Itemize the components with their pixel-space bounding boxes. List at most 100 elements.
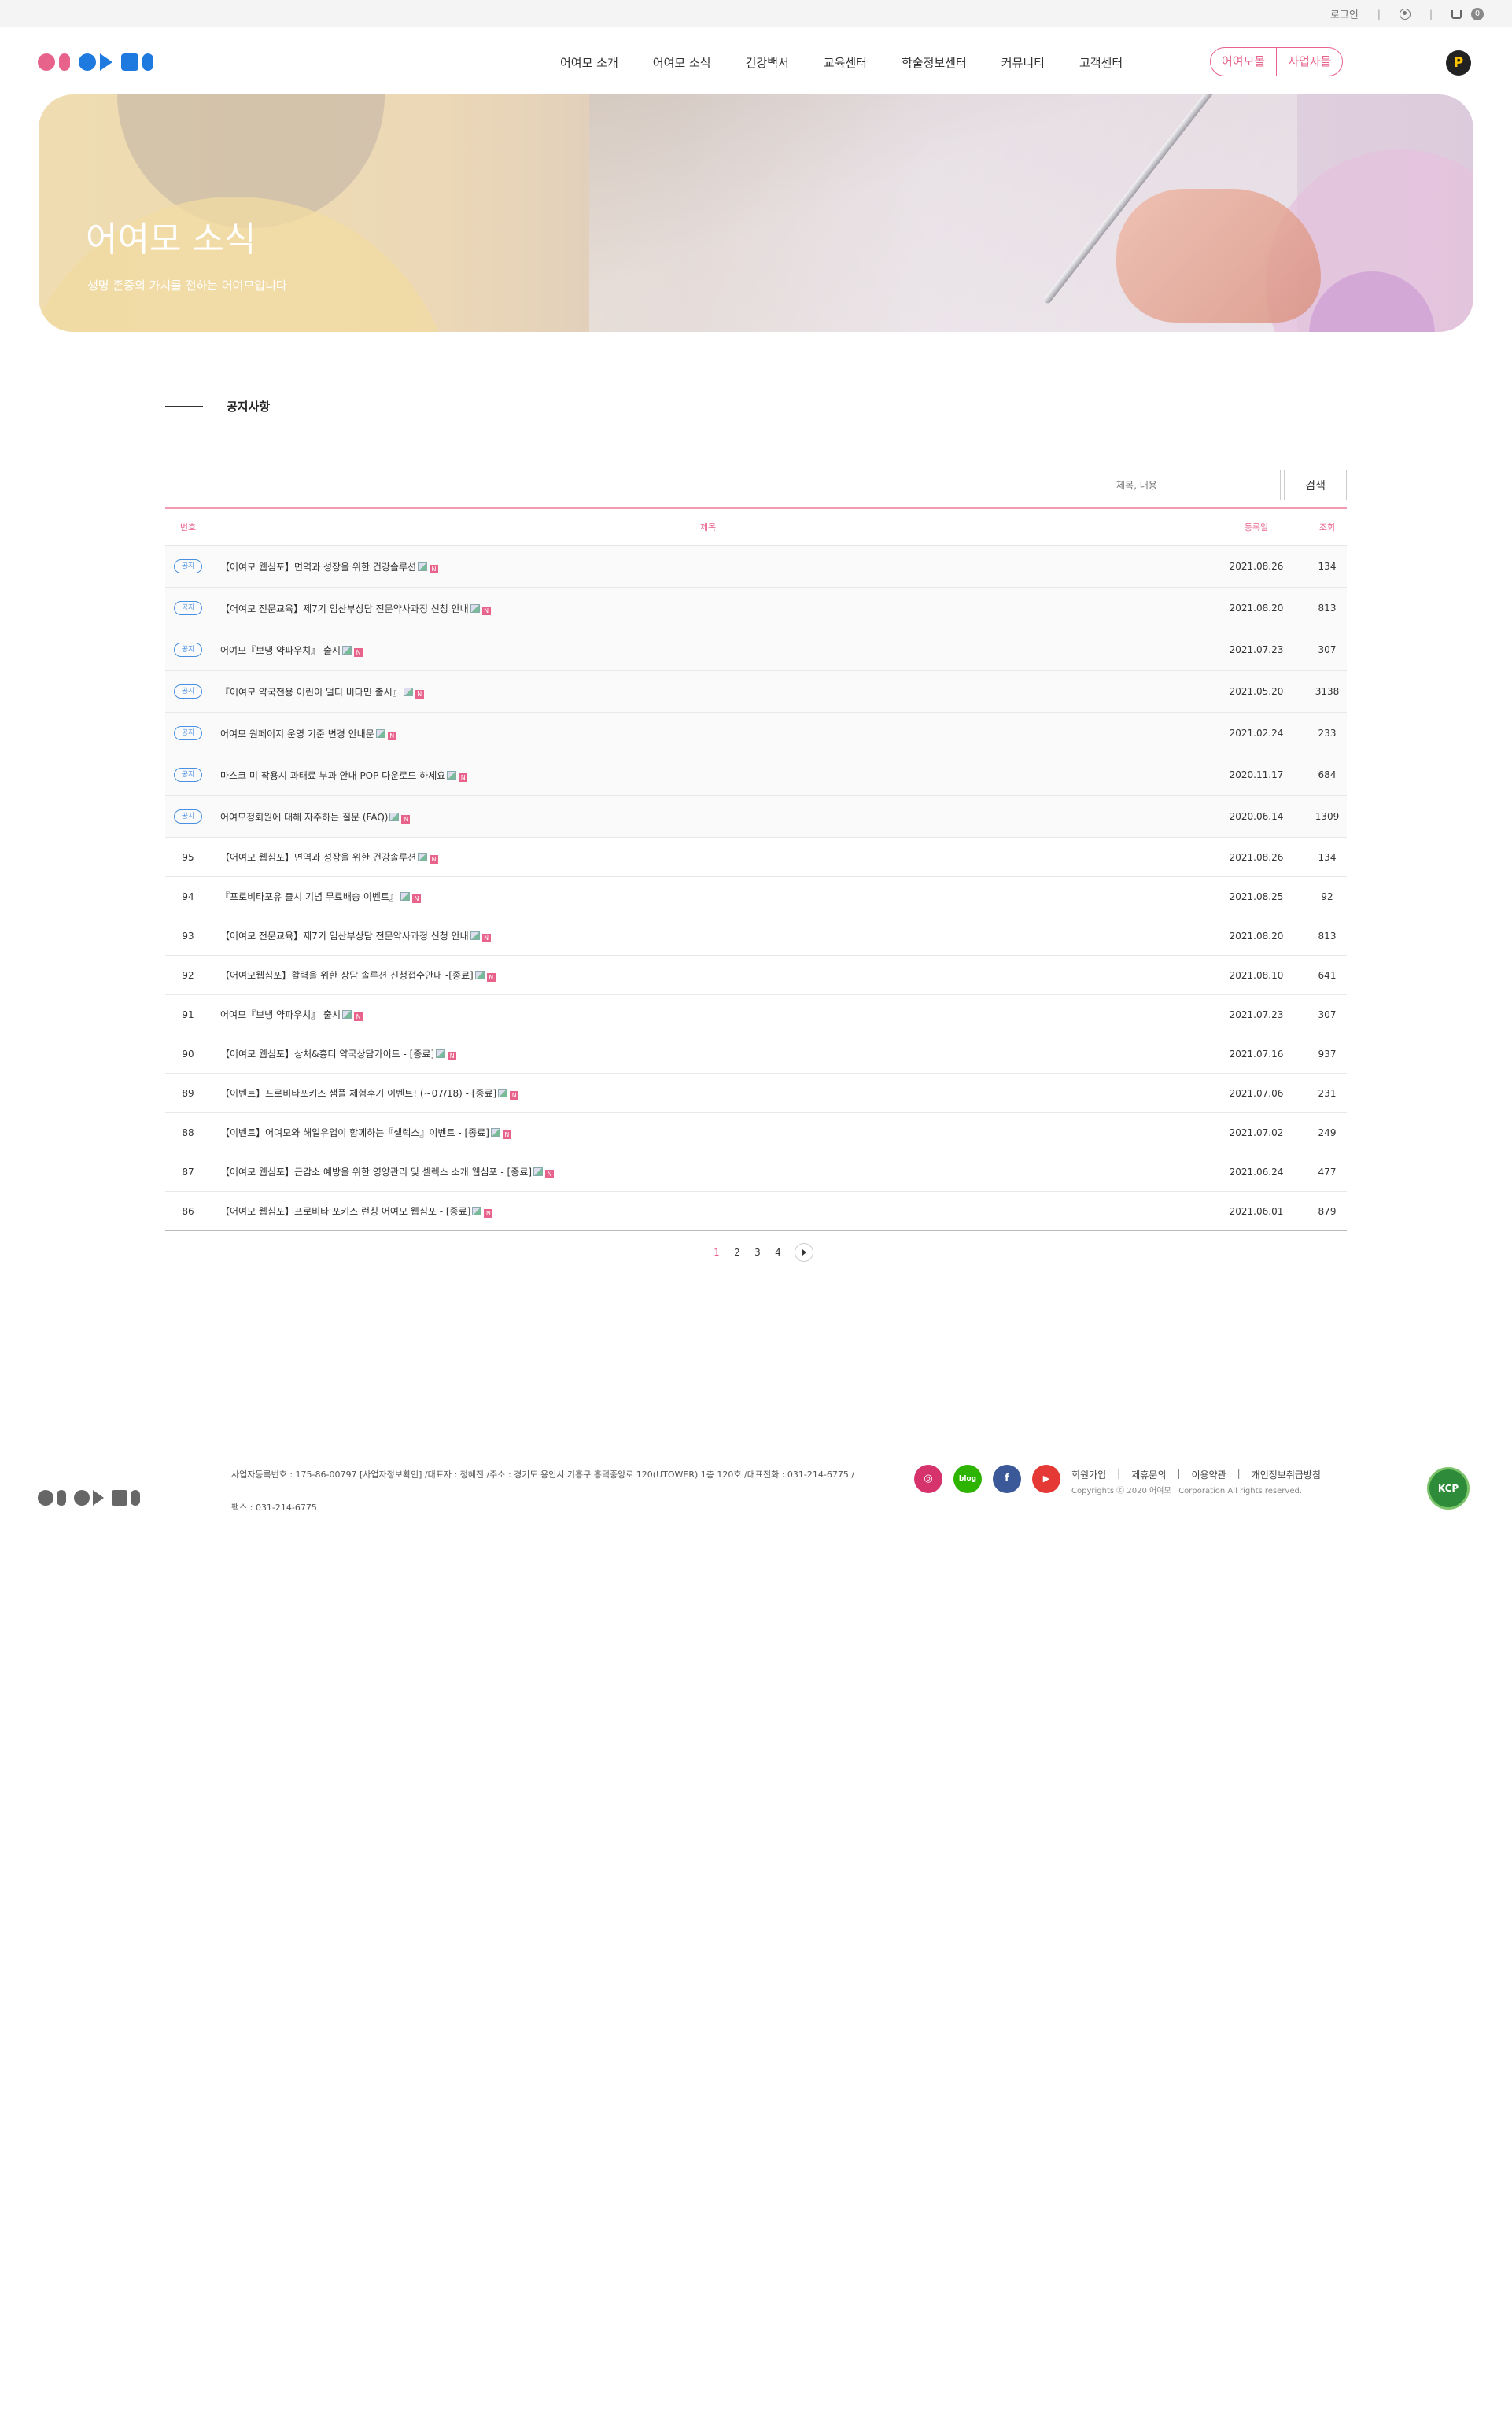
row-title-link[interactable]: 【이벤트】프로비타포키즈 샘플 체험후기 이벤트! (~07/18) - [종료… xyxy=(220,1088,496,1099)
nav-item-community[interactable]: 커뮤니티 xyxy=(984,53,1062,72)
company-info-text: 사업자등록번호 : 175-86-00797 [사업자정보확인] /대표자 : … xyxy=(231,1469,855,1480)
row-title-link[interactable]: 【어여모 웹심포】프로비타 포키즈 런칭 어여모 웹심포 - [종료] xyxy=(220,1206,470,1217)
row-title-link[interactable]: 【이벤트】어여모와 해일유업이 함께하는『셀렉스』이벤트 - [종료] xyxy=(220,1127,489,1138)
row-date: 2021.07.16 xyxy=(1205,1034,1307,1074)
row-hits: 249 xyxy=(1307,1112,1347,1152)
table-row[interactable]: 91 어여모『보냉 약파우치』 출시 N 2021.07.23 307 xyxy=(165,994,1347,1034)
next-page-icon[interactable] xyxy=(795,1243,813,1262)
row-date: 2021.08.20 xyxy=(1205,587,1307,629)
facebook-icon[interactable]: f xyxy=(993,1465,1021,1493)
row-hits: 813 xyxy=(1307,916,1347,956)
row-title-cell: 『어여모 약국전용 어린이 멀티 비타민 출시』 N xyxy=(211,670,1205,713)
row-title-link[interactable]: 어여모 원페이지 운영 기준 변경 안내문 xyxy=(220,728,374,739)
nav-item-health[interactable]: 건강백서 xyxy=(728,53,806,72)
row-title-link[interactable]: 어여모정회원에 대해 자주하는 질문 (FAQ) xyxy=(220,812,388,823)
notice-board: 번호 제목 등록일 조회 공지 【어여모 웹심포】면역과 성장을 위한 건강솔루션… xyxy=(165,507,1347,1231)
row-date: 2021.08.25 xyxy=(1205,876,1307,916)
new-icon: N xyxy=(354,647,363,657)
page-link[interactable]: 1 xyxy=(706,1247,727,1258)
row-title-link[interactable]: 【어여모 웹심포】면역과 성장을 위한 건강솔루션 xyxy=(220,562,416,573)
footer-link-privacy[interactable]: 개인정보취급방침 xyxy=(1252,1468,1321,1481)
table-row[interactable]: 95 【어여모 웹심포】면역과 성장을 위한 건강솔루션 N 2021.08.26 13… xyxy=(165,837,1347,877)
notice-badge: 공지 xyxy=(174,601,202,615)
footer-logo[interactable] xyxy=(38,1490,140,1506)
row-title-link[interactable]: 【어여모웹심포】활력을 위한 상담 솔루션 신청접수안내 -[종료] xyxy=(220,970,474,981)
row-title-link[interactable]: 【어여모 웹심포】상처&흉터 약국상담가이드 - [종료] xyxy=(220,1049,434,1060)
search-input[interactable] xyxy=(1108,470,1281,500)
image-attached-icon xyxy=(470,603,480,613)
row-title-cell: 어여모『보냉 약파우치』 출시 N xyxy=(211,994,1205,1034)
new-icon: N xyxy=(486,973,496,982)
notice-row[interactable]: 공지 어여모『보냉 약파우치』 출시 N 2021.07.23 307 xyxy=(165,629,1347,671)
hero-subtitle: 생명 존중의 가치를 전하는 어여모입니다 xyxy=(87,278,287,293)
row-title-cell: 마스크 미 착용시 과태료 부과 안내 POP 다운로드 하세요 N xyxy=(211,754,1205,796)
mall-button[interactable]: 어여모몰 xyxy=(1211,48,1276,76)
mypage-icon[interactable] xyxy=(1399,8,1411,20)
nav-item-about[interactable]: 어여모 소개 xyxy=(543,53,636,72)
table-row[interactable]: 93 【어여모 전문교육】제7기 임산부상담 전문약사과정 신청 안내 N 2021.… xyxy=(165,916,1347,956)
main-nav: 어여모 소개 어여모 소식 건강백서 교육센터 학술정보센터 커뮤니티 고객센터 xyxy=(543,53,1140,72)
footer-link-join[interactable]: 회원가입 xyxy=(1071,1468,1106,1481)
row-title-link[interactable]: 【어여모 전문교육】제7기 임산부상담 전문약사과정 신청 안내 xyxy=(220,931,469,942)
footer-link-partnership[interactable]: 제휴문의 xyxy=(1131,1468,1166,1481)
notice-badge: 공지 xyxy=(174,559,202,573)
page-link[interactable]: 2 xyxy=(727,1247,747,1258)
row-title-cell: 어여모정회원에 대해 자주하는 질문 (FAQ) N xyxy=(211,795,1205,838)
table-row[interactable]: 92 【어여모웹심포】활력을 위한 상담 솔루션 신청접수안내 -[종료] N 202… xyxy=(165,955,1347,995)
row-hits: 134 xyxy=(1307,545,1347,588)
row-title-link[interactable]: 【어여모 전문교육】제7기 임산부상담 전문약사과정 신청 안내 xyxy=(220,603,469,614)
row-hits: 231 xyxy=(1307,1073,1347,1113)
cart-icon[interactable] xyxy=(1451,10,1462,19)
login-link[interactable]: 로그인 xyxy=(1330,6,1359,21)
image-attached-icon xyxy=(470,931,480,940)
table-row[interactable]: 94 『프로비타포유 출시 기념 무료배송 이벤트』 N 2021.08.25 92 xyxy=(165,876,1347,916)
row-title-cell: 어여모『보냉 약파우치』 출시 N xyxy=(211,629,1205,671)
row-no: 88 xyxy=(165,1112,211,1152)
table-row[interactable]: 87 【어여모 웹심포】근감소 예방을 위한 영양관리 및 셀렉스 소개 웹심포 … xyxy=(165,1152,1347,1192)
table-row[interactable]: 89 【이벤트】프로비타포키즈 샘플 체험후기 이벤트! (~07/18) - [… xyxy=(165,1073,1347,1113)
notice-row[interactable]: 공지 【어여모 전문교육】제7기 임산부상담 전문약사과정 신청 안내 N 2021.… xyxy=(165,587,1347,629)
row-title-link[interactable]: 【어여모 웹심포】근감소 예방을 위한 영양관리 및 셀렉스 소개 웹심포 - … xyxy=(220,1167,532,1178)
notice-row[interactable]: 공지 마스크 미 착용시 과태료 부과 안내 POP 다운로드 하세요 N 2020.… xyxy=(165,754,1347,796)
header-title: 제목 xyxy=(211,507,1205,546)
pagination: 1 2 3 4 xyxy=(706,1243,813,1262)
page-link[interactable]: 4 xyxy=(768,1247,788,1258)
row-title-link[interactable]: 【어여모 웹심포】면역과 성장을 위한 건강솔루션 xyxy=(220,852,416,863)
nav-item-academic[interactable]: 학술정보센터 xyxy=(884,53,984,72)
table-row[interactable]: 86 【어여모 웹심포】프로비타 포키즈 런칭 어여모 웹심포 - [종료] N 20… xyxy=(165,1191,1347,1231)
blog-icon[interactable]: blog xyxy=(953,1465,982,1493)
notice-row[interactable]: 공지 어여모 원페이지 운영 기준 변경 안내문 N 2021.02.24 233 xyxy=(165,712,1347,754)
search-button[interactable]: 검색 xyxy=(1284,470,1347,500)
row-title-link[interactable]: 마스크 미 착용시 과태료 부과 안내 POP 다운로드 하세요 xyxy=(220,770,445,781)
notice-row[interactable]: 공지 『어여모 약국전용 어린이 멀티 비타민 출시』 N 2021.05.20 313… xyxy=(165,670,1347,713)
row-title-link[interactable]: 어여모『보냉 약파우치』 출시 xyxy=(220,645,341,656)
nav-item-education[interactable]: 교육센터 xyxy=(806,53,884,72)
notice-badge: 공지 xyxy=(174,684,202,699)
nav-item-news[interactable]: 어여모 소식 xyxy=(636,53,728,72)
row-title-link[interactable]: 『프로비타포유 출시 기념 무료배송 이벤트』 xyxy=(220,891,399,902)
point-icon[interactable]: P xyxy=(1446,50,1471,76)
divider: | xyxy=(1429,8,1433,20)
nav-item-support[interactable]: 고객센터 xyxy=(1062,53,1140,72)
page-link[interactable]: 3 xyxy=(747,1247,768,1258)
notice-row[interactable]: 공지 어여모정회원에 대해 자주하는 질문 (FAQ) N 2020.06.14 130… xyxy=(165,795,1347,838)
image-attached-icon xyxy=(403,687,413,696)
row-date: 2021.02.24 xyxy=(1205,712,1307,754)
table-row[interactable]: 88 【이벤트】어여모와 해일유업이 함께하는『셀렉스』이벤트 - [종료] N 20… xyxy=(165,1112,1347,1152)
business-mall-button[interactable]: 사업자몰 xyxy=(1276,48,1342,76)
divider: | xyxy=(1117,1468,1121,1479)
row-no: 94 xyxy=(165,876,211,916)
notice-row[interactable]: 공지 【어여모 웹심포】면역과 성장을 위한 건강솔루션 N 2021.08.26 13… xyxy=(165,545,1347,588)
new-icon: N xyxy=(459,773,468,782)
header-date: 등록일 xyxy=(1205,507,1307,546)
row-title-cell: 어여모 원페이지 운영 기준 변경 안내문 N xyxy=(211,712,1205,754)
instagram-icon[interactable]: ◎ xyxy=(914,1465,942,1493)
kcp-badge[interactable]: KCP xyxy=(1427,1467,1470,1510)
row-title-link[interactable]: 『어여모 약국전용 어린이 멀티 비타민 출시』 xyxy=(220,687,402,698)
row-title-link[interactable]: 어여모『보냉 약파우치』 출시 xyxy=(220,1009,341,1020)
footer-link-terms[interactable]: 이용약관 xyxy=(1191,1468,1226,1481)
row-hits: 684 xyxy=(1307,754,1347,796)
youtube-icon[interactable]: ▶ xyxy=(1032,1465,1060,1493)
table-row[interactable]: 90 【어여모 웹심포】상처&흉터 약국상담가이드 - [종료] N 2021.07.… xyxy=(165,1034,1347,1074)
site-logo[interactable] xyxy=(38,53,153,71)
